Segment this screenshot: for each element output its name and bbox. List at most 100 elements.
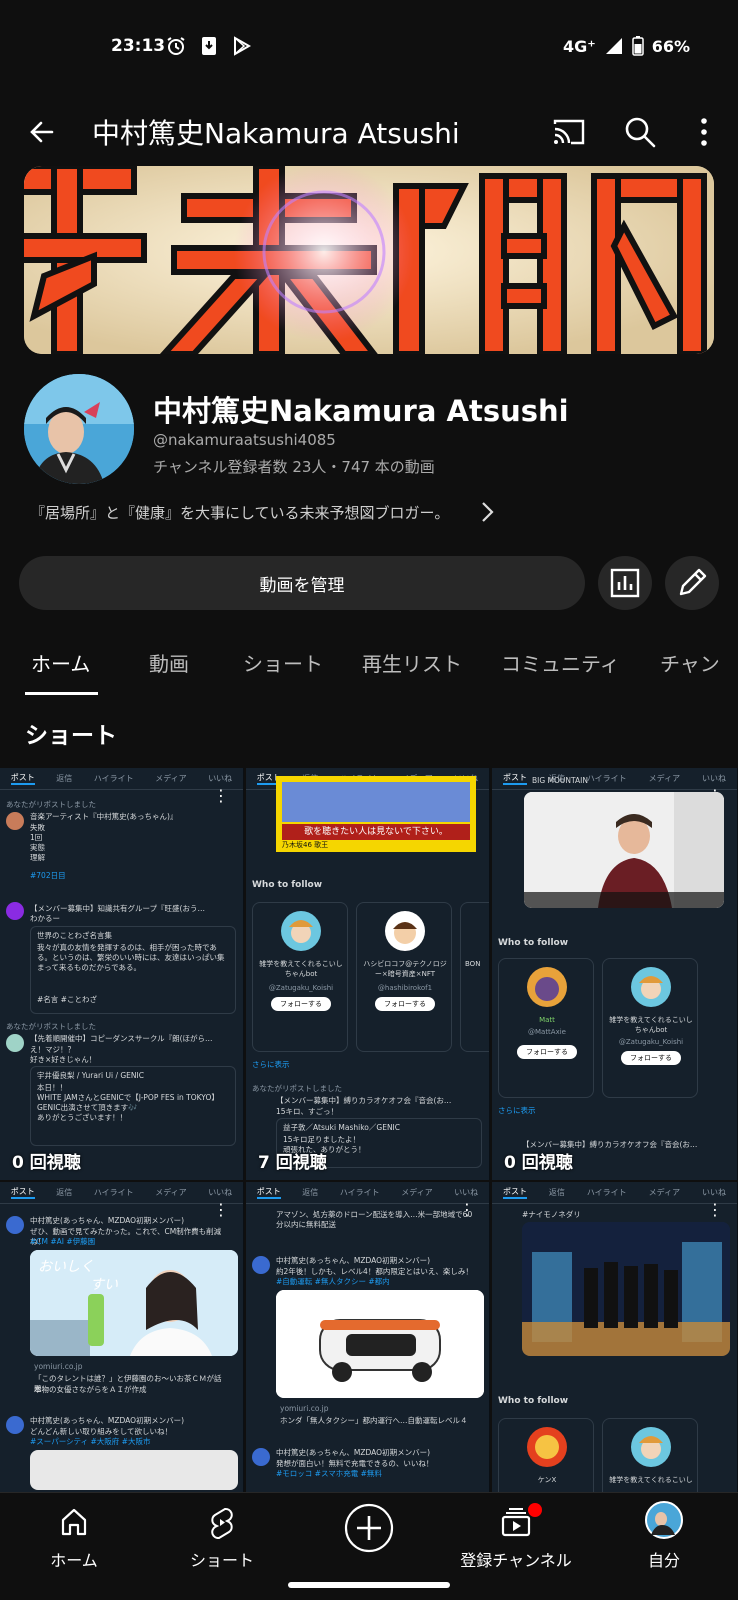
tw-tab: メディア [155,774,187,783]
post-text: 益子敦／Atsuki Mashiko／GENIC [283,1123,400,1132]
post-text: わかるー [30,914,60,923]
tw-tab: 返信 [56,1188,73,1197]
tab-channels[interactable]: チャン [660,648,720,677]
tab-videos[interactable]: 動画 [149,648,189,677]
video-frame [524,792,724,908]
quoted-post: 世界のことわざ名言集 我々が真の友情を発揮するのは、相手が困った時である。という… [30,926,236,1014]
short-card[interactable]: ポスト 返信 ハイライト メディア いいね ⋮ BIG MOUNTAIN Who… [492,768,738,1180]
post-text: あなたがリポストしました [6,800,96,809]
follow-handle: @hashibirokof1 [377,984,433,992]
channel-avatar[interactable] [24,374,134,484]
short-card[interactable]: ポスト 返信 ハイライト メディア いいね ⋮ #ナイモノネダリ Who to … [492,1182,738,1492]
post-text: 失敗 [30,823,45,832]
follow-card: ハシビロコフ@テクノロジー×暗号資産×NFT @hashibirokof1 フォ… [356,902,452,1052]
short-card[interactable]: ポスト 返信 ハイライト メディア いいね ⋮ アマゾン、処方薬のドローン配送を… [246,1182,490,1492]
show-more-link[interactable]: さらに表示 [252,1060,480,1070]
show-more-link[interactable]: さらに表示 [498,1106,726,1116]
post-text: #名言 #ことわざ [37,995,97,1004]
tw-tab: いいね [702,1188,727,1197]
status-time: 23:13 [111,36,166,56]
nav-shorts[interactable]: ショート [152,1493,292,1600]
post-hashtag: #スーパーシティ #大阪府 #大阪市 [30,1437,151,1446]
nav-label: 自分 [647,1551,680,1570]
tw-tab: 返信 [56,774,73,783]
nav-home[interactable]: ホーム [4,1493,144,1600]
channel-banner [24,166,714,354]
active-tab-indicator [25,692,98,695]
channel-description[interactable]: 『居場所』と『健康』を大事にしている未来予想図ブロガー。 [30,502,449,523]
post-avatar [6,1034,24,1052]
tab-playlists[interactable]: 再生リスト [362,648,462,677]
analytics-button[interactable] [598,556,652,610]
pencil-icon [679,568,707,596]
post-hashtag: #自動運転 #無人タクシー #都内 [276,1277,390,1286]
manage-videos-button[interactable]: 動画を管理 [19,556,585,610]
nav-you[interactable]: 自分 [594,1493,734,1600]
post-avatar [6,1216,24,1234]
tw-tab: いいね [454,1188,479,1197]
network-label: 4G⁺ [562,36,596,56]
alarm-icon [167,37,185,55]
link-title: ホンダ「無人タクシー」都内運行へ…自動運転レベル４ [280,1416,468,1425]
tab-community[interactable]: コミュニティ [501,648,620,677]
image-photo [522,1222,730,1356]
search-button[interactable] [620,112,660,152]
follow-handle: @Zatugaku_Koishi [618,1038,684,1046]
post-text: 【メンバー募集中】縛りカラオケオフ会『音会(お… [276,1096,452,1105]
description-expand-button[interactable] [478,500,498,524]
post-text: 我々が真の友情を発揮するのは、相手が困った時である。というのは、繁栄のいい時には… [37,943,225,972]
cast-button[interactable] [549,112,589,152]
short-view-count: 0 回視聴 [12,1153,81,1173]
post-text: #ナイモノネダリ [522,1210,581,1219]
search-icon [625,117,656,148]
tw-tab: ハイライト [93,774,134,783]
follow-avatar [631,1427,671,1467]
follow-handle: @MattAxie [527,1028,566,1036]
short-view-count: 0 回視聴 [504,1153,573,1173]
follow-name: ケンX [537,1476,557,1484]
tw-tab: 返信 [302,1188,319,1197]
post-text: 約2年後！しかも、レベル4！都内限定とはいえ、楽しみ！ [276,1267,473,1276]
short-card[interactable]: ポスト 返信 ハイライト メディア いいね 歌を聴きたい人は見ないで下さい。 乃… [246,768,490,1180]
tab-shorts[interactable]: ショート [243,648,323,677]
tw-tab: ハイライト [586,1188,627,1197]
create-plus-icon [344,1503,394,1553]
post-video-thumbnail [524,792,724,908]
gesture-bar [288,1582,450,1588]
nav-subscriptions[interactable]: 登録チャンネル [446,1493,586,1600]
battery-percent: 66% [651,36,690,56]
follow-button[interactable]: フォローする [271,997,331,1011]
status-bar: 23:13 4G⁺ 66% [0,0,738,96]
chevron-right-icon [482,502,494,522]
more-options-button[interactable] [684,112,724,152]
post-text: あなたがリポストしました [252,1084,342,1093]
follow-button[interactable]: フォローする [517,1045,577,1059]
status-notification-icons [166,36,252,56]
tab-home[interactable]: ホーム [31,648,90,677]
channel-stats: チャンネル登録者数 23人・747 本の動画 [153,458,435,476]
short-card[interactable]: ポスト 返信 ハイライト メディア いいね ⋮ あなたがリポストしました 音楽ア… [0,768,244,1180]
post-text: 中村篤史(あっちゃん、MZDAO初期メンバー) [30,1216,185,1225]
image-caption: 乃木坂46 歌王 [282,841,329,849]
follow-name: 雑学を教えてくれるこいしちゃんbot [609,1016,693,1034]
follow-avatar [631,967,671,1007]
tw-tab: 返信 [548,1188,565,1197]
download-icon [202,37,216,55]
follow-button[interactable]: フォローする [621,1051,681,1065]
post-text: ありがとうございます！！ [37,1113,127,1122]
status-system: 4G⁺ 66% [563,36,690,56]
post-image: 歌を聴きたい人は見ないで下さい。 乃木坂46 歌王 [276,776,476,852]
channel-tabs: ホーム 動画 ショート 再生リスト コミュニティ チャン [0,640,738,696]
short-card[interactable]: ポスト 返信 ハイライト メディア いいね ⋮ 中村篤史(あっちゃん、MZDAO… [0,1182,244,1492]
edit-channel-button[interactable] [665,556,719,610]
back-button[interactable] [22,112,62,152]
post-text: 中村篤史(あっちゃん、MZDAO初期メンバー) [276,1448,431,1457]
follow-avatar [527,967,567,1007]
quoted-post: 宇井優良梨 / Yurari Ui / GENIC 本日！！ WHITE JAM… [30,1066,236,1146]
tw-tab: いいね [208,774,233,783]
follow-name: BON [465,960,481,968]
follow-button[interactable]: フォローする [375,997,435,1011]
who-to-follow-title: Who to follow [498,1396,569,1406]
tw-tab: いいね [208,1188,233,1197]
post-text: 中村篤史(あっちゃん、MZDAO初期メンバー) [276,1256,431,1265]
